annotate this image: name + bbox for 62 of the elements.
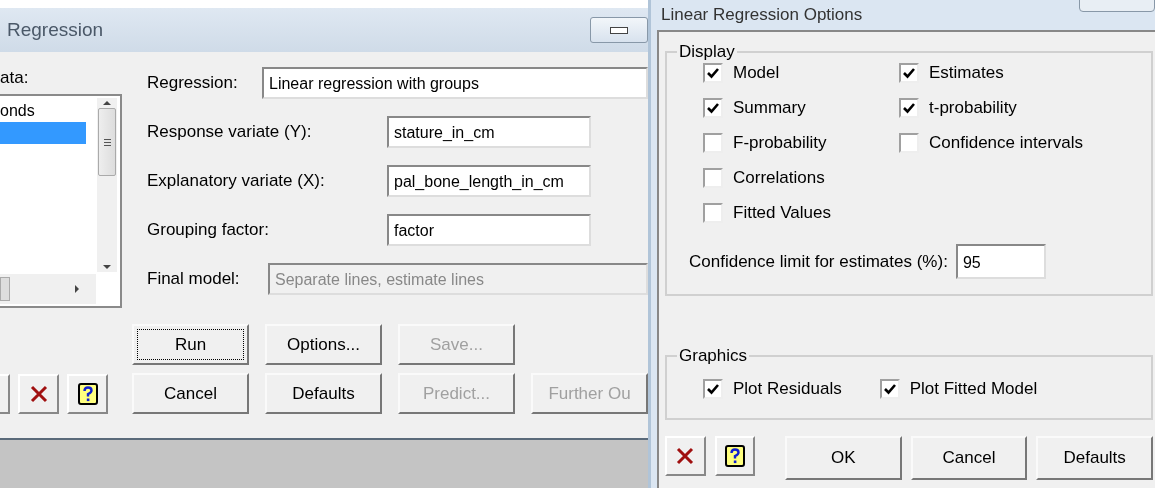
field-label: Response variate (Y): [147,121,313,142]
help-icon [723,444,746,468]
list-item[interactable]: onds [0,100,86,122]
checkbox[interactable] [703,98,723,118]
check-icon [902,101,916,115]
horizontal-scrollbar[interactable] [0,274,96,304]
data-list[interactable]: onds [0,94,122,308]
input-field[interactable]: Linear regression with groups [262,66,648,99]
checkbox-option[interactable]: Plot Fitted Model [879,378,1038,400]
checkbox-option[interactable]: t-probability [899,97,1084,119]
checkbox[interactable] [899,63,919,83]
field-label: Grouping factor: [147,219,270,240]
window-title: Regression [7,19,105,41]
checkbox[interactable] [703,133,723,153]
dialog-button[interactable]: Cancel [132,373,249,414]
window-title: Linear Regression Options [661,5,863,24]
checkbox-option[interactable]: Summary [703,97,899,119]
check-icon [882,382,897,396]
dialog-button[interactable]: Defaults [1036,436,1153,480]
check-icon [706,382,720,396]
checkbox-option[interactable]: Model [703,62,899,84]
dialog-button[interactable]: OK [785,436,902,480]
check-icon [706,66,720,80]
checkbox-option[interactable]: F-probability [703,132,899,154]
close-icon [675,446,696,466]
dialog-button[interactable]: Options... [265,324,382,365]
help-icon [76,382,99,406]
data-label: ata: [0,68,30,89]
input-field[interactable]: pal_bone_length_in_cm [387,164,591,197]
help-button[interactable] [714,436,756,476]
dialog-button[interactable]: Defaults [265,373,382,414]
scrollbar-thumb[interactable] [0,277,10,301]
input-field[interactable]: 95 [955,244,1046,279]
checkbox[interactable] [703,379,723,399]
field-label: Regression: [147,72,239,93]
vertical-scrollbar[interactable] [97,98,117,272]
checkbox-option[interactable]: Confidence intervals [899,132,1084,154]
field-label: Explanatory variate (X): [147,170,326,191]
dialog-button[interactable]: Run [132,324,249,365]
field-label: Final model: [147,268,241,289]
toolbar-button[interactable] [0,374,10,414]
checkbox[interactable] [703,203,723,223]
close-icon [28,384,49,404]
dialog-button[interactable]: Cancel [910,436,1028,480]
group-title: Graphics [678,346,749,366]
checkbox[interactable] [899,98,919,118]
field-label: Confidence limit for estimates (%): [689,251,948,272]
checkbox[interactable] [879,379,900,399]
input-field[interactable]: factor [387,213,591,246]
checkbox[interactable] [703,168,723,188]
group-title: Display [678,42,736,62]
input-field[interactable]: stature_in_cm [387,115,591,148]
checkbox-option[interactable]: Fitted Values [703,202,899,224]
checkbox-option[interactable]: Correlations [703,167,899,189]
checkbox[interactable] [703,63,723,83]
check-icon [706,101,720,115]
checkbox-option[interactable]: Plot Residuals [703,378,842,400]
help-button[interactable] [67,374,108,414]
minimize-button[interactable] [590,17,648,43]
checkbox[interactable] [899,133,919,153]
check-icon [902,66,916,80]
checkbox-option[interactable]: Estimates [899,62,1084,84]
